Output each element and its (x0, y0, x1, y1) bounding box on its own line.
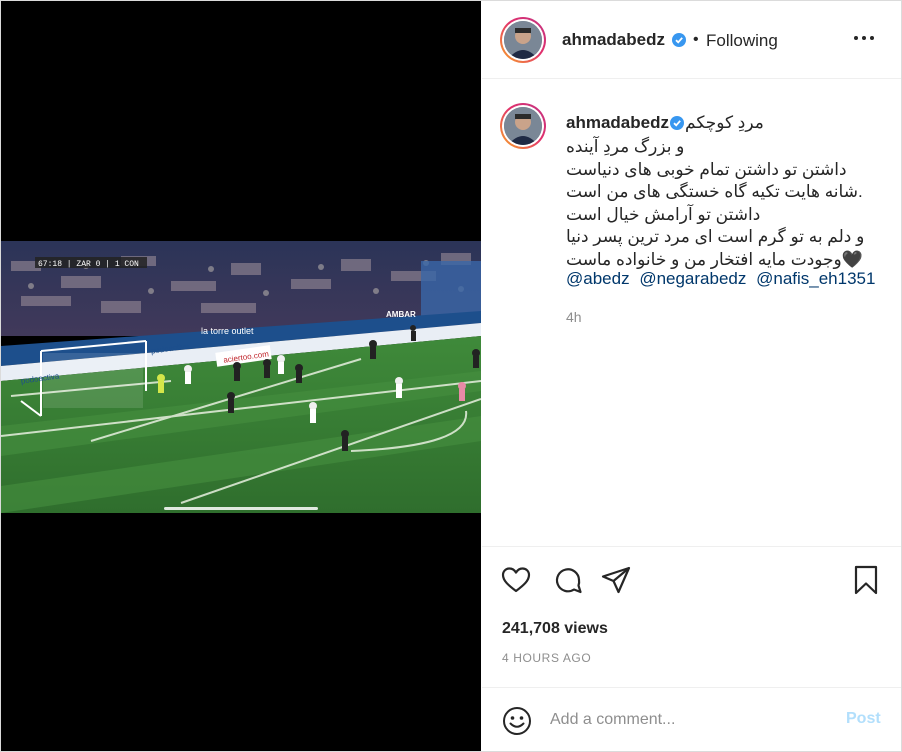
heart-icon[interactable] (500, 564, 532, 596)
avatar-image (504, 107, 542, 145)
following-button[interactable]: Following (706, 31, 778, 51)
comment-bar: Post (482, 687, 901, 752)
emoji-icon[interactable] (501, 705, 533, 737)
bookmark-icon[interactable] (850, 564, 882, 596)
post-header: ahmadabedz • Following (482, 1, 901, 79)
caption-avatar[interactable] (500, 103, 546, 149)
verified-badge-icon (672, 33, 686, 47)
video-player[interactable]: la torre outlet AMBAR aciertoo.com podoa… (1, 241, 481, 513)
post-modal: la torre outlet AMBAR aciertoo.com podoa… (0, 0, 902, 752)
more-options-icon[interactable] (852, 28, 876, 48)
caption-line: و دلم به تو گرم است ای مرد ترین پسر دنیا (566, 227, 865, 246)
view-count[interactable]: 241,708 views (502, 620, 608, 638)
avatar-image (504, 21, 542, 59)
caption-line: داشتن تو داشتن تمام خوبی های دنیاست (566, 159, 847, 179)
avatar[interactable] (500, 17, 546, 63)
post-comment-button[interactable]: Post (846, 710, 881, 728)
caption-timestamp: 4h (566, 309, 582, 325)
caption-line: 🖤وجودت مایه افتخار من و خانواده ماست (566, 249, 863, 269)
mention-link[interactable]: @negarabedz (639, 269, 746, 288)
caption-line: .شانه هایت تکیه گاه خستگی های من است (566, 182, 863, 201)
video-progress-bar[interactable] (164, 507, 318, 510)
share-icon[interactable] (600, 564, 632, 596)
comment-icon[interactable] (552, 564, 584, 596)
caption-first-line: مردِ کوچکم (685, 113, 764, 132)
caption-text: و بزرگ مردِ آینده داشتن تو داشتن تمام خو… (566, 136, 866, 271)
post-media[interactable]: la torre outlet AMBAR aciertoo.com podoa… (1, 1, 481, 751)
caption-line: داشتن تو آرامش خیال است (566, 204, 761, 224)
post-timestamp: 4 HOURS AGO (502, 651, 592, 665)
caption-section: ahmadabedz مردِ کوچکم و بزرگ مردِ آینده … (482, 79, 901, 545)
football-video-frame: la torre outlet AMBAR aciertoo.com podoa… (1, 241, 481, 513)
banner-text: AMBAR (386, 310, 416, 319)
separator-dot: • (693, 31, 699, 48)
caption-line: و بزرگ مردِ آینده (566, 137, 685, 156)
post-side-panel: ahmadabedz • Following ahmadabedz مردِ ک… (482, 1, 901, 751)
post-username[interactable]: ahmadabedz (562, 30, 665, 50)
verified-badge-icon (670, 116, 684, 130)
caption-mentions: @abedz @negarabedz @nafis_eh1351 (566, 269, 880, 289)
comment-input[interactable] (550, 708, 830, 732)
scoreboard: 67:18 | ZAR 0 | 1 CON (38, 260, 139, 269)
caption-username[interactable]: ahmadabedz (566, 113, 669, 133)
mention-link[interactable]: @abedz (566, 269, 630, 288)
banner-text: la torre outlet (201, 326, 254, 336)
post-actions: 241,708 views 4 HOURS AGO (482, 546, 901, 687)
mention-link[interactable]: @nafis_eh1351 (756, 269, 875, 288)
